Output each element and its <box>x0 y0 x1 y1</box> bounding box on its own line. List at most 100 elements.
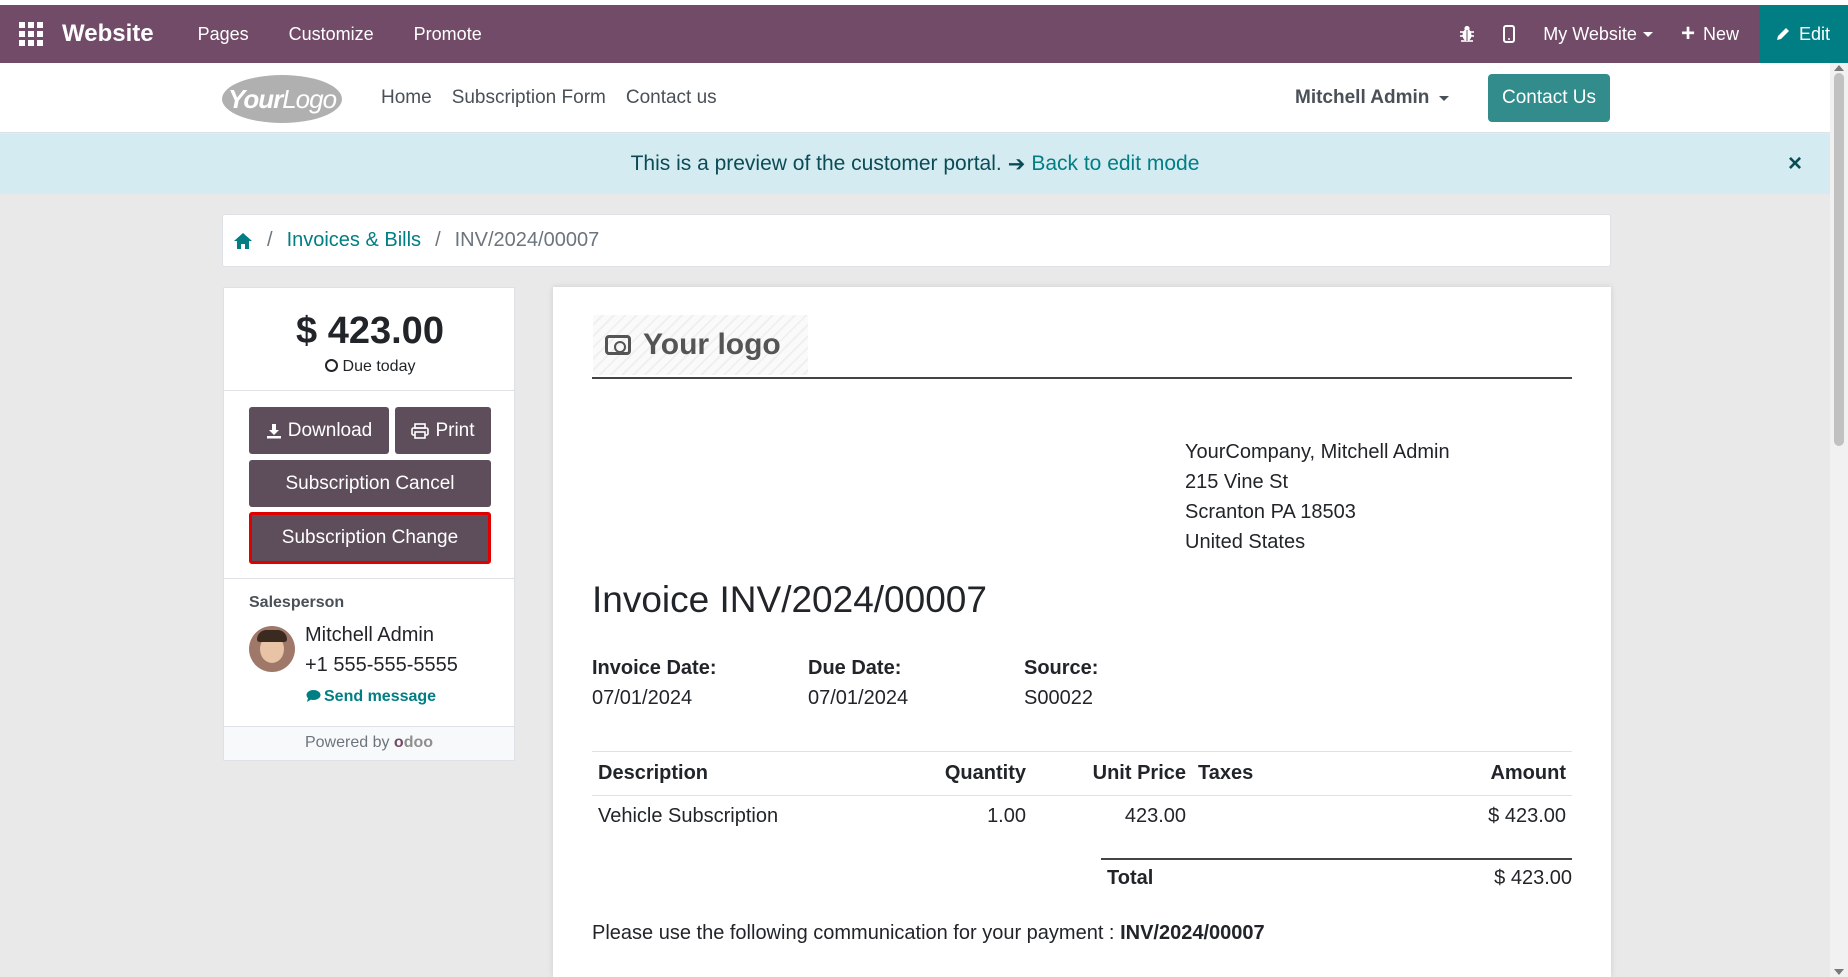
column-header: Amount <box>1322 751 1572 796</box>
arrow-right-icon: ➔ <box>1007 152 1026 176</box>
scroll-down-arrow-icon[interactable] <box>1834 969 1844 975</box>
menu-promote[interactable]: Promote <box>394 24 502 45</box>
home-icon[interactable] <box>233 232 253 250</box>
nav-home[interactable]: Home <box>381 87 432 109</box>
total-label: Total <box>1107 867 1154 889</box>
send-message-label: Send message <box>324 688 437 705</box>
invoice-date-label: Invoice Date: <box>592 657 717 679</box>
website-selector-label: My Website <box>1543 23 1637 44</box>
invoice-document: Your logo YourCompany, Mitchell Admin 21… <box>553 287 1611 977</box>
back-to-edit-link[interactable]: Back to edit mode <box>1031 152 1199 176</box>
mobile-preview-icon[interactable] <box>1489 5 1529 63</box>
column-header: Unit Price <box>1032 751 1192 796</box>
column-header: Quantity <box>932 751 1032 796</box>
address-line: YourCompany, Mitchell Admin <box>1185 441 1450 463</box>
subscription-cancel-button[interactable]: Subscription Cancel <box>249 460 491 507</box>
chevron-down-icon <box>1642 31 1653 37</box>
table-header-row: Description Quantity Unit Price Taxes Am… <box>592 751 1572 796</box>
total-value: $ 423.00 <box>1494 867 1572 889</box>
salesperson-name: Mitchell Admin <box>305 624 434 646</box>
payment-note-text: Please use the following communication f… <box>592 922 1115 944</box>
contact-us-button[interactable]: Contact Us <box>1488 74 1610 122</box>
debug-bug-icon[interactable] <box>1445 5 1489 63</box>
salesperson-phone: +1 555-555-5555 <box>305 654 458 676</box>
odoo-logo[interactable]: odoo <box>394 734 433 751</box>
source-value: S00022 <box>1024 687 1093 709</box>
page-scrollbar[interactable] <box>1830 63 1848 977</box>
close-icon[interactable]: × <box>1788 150 1802 178</box>
breadcrumb-separator: / <box>267 229 273 251</box>
site-logo[interactable]: Your Logo <box>222 75 342 123</box>
total-rule <box>1101 858 1572 860</box>
invoice-date-value: 07/01/2024 <box>592 687 693 709</box>
new-button[interactable]: + New <box>1667 5 1753 63</box>
due-date-block: Due Date: 07/01/2024 <box>808 653 908 713</box>
print-button[interactable]: Print <box>395 407 491 454</box>
print-label: Print <box>435 419 475 441</box>
payment-reference: INV/2024/00007 <box>1120 922 1265 944</box>
address-line: 215 Vine St <box>1185 471 1289 493</box>
source-block: Source: S00022 <box>1024 653 1098 713</box>
clock-icon <box>324 359 338 372</box>
due-status: Due today <box>224 358 516 376</box>
line-unit-price: 423.00 <box>1124 805 1186 828</box>
print-icon <box>411 422 430 439</box>
breadcrumb: / Invoices & Bills / INV/2024/00007 <box>222 214 1611 267</box>
line-description: Vehicle Subscription <box>598 805 779 828</box>
avatar <box>249 626 295 672</box>
camera-icon <box>605 335 631 355</box>
nav-contact-us[interactable]: Contact us <box>626 87 717 109</box>
menu-pages[interactable]: Pages <box>178 24 269 45</box>
app-title[interactable]: Website <box>62 20 154 48</box>
salesperson-label: Salesperson <box>249 594 345 611</box>
due-text: Due today <box>342 358 416 375</box>
powered-by-text: Powered by <box>304 734 390 751</box>
line-quantity: 1.00 <box>987 805 1026 828</box>
column-header: Description <box>592 751 932 796</box>
company-address: YourCompany, Mitchell Admin 215 Vine St … <box>1185 437 1450 557</box>
site-header: Your Logo Home Subscription Form Contact … <box>0 63 1830 133</box>
pencil-icon <box>1776 28 1789 40</box>
line-amount: $ 423.00 <box>1488 805 1566 828</box>
amount-due: $ 423.00 <box>296 310 444 352</box>
due-date-label: Due Date: <box>808 657 902 679</box>
line-taxes <box>1192 796 1322 838</box>
admin-bar: Website Pages Customize Promote My Websi… <box>0 5 1848 63</box>
chevron-down-icon <box>1439 95 1450 101</box>
edit-button[interactable]: Edit <box>1758 5 1848 63</box>
breadcrumb-current: INV/2024/00007 <box>454 229 600 251</box>
download-icon <box>266 423 281 438</box>
nav-subscription-form[interactable]: Subscription Form <box>452 87 606 109</box>
breadcrumb-invoices-bills[interactable]: Invoices & Bills <box>287 229 422 252</box>
plus-icon: + <box>1680 20 1695 47</box>
comment-icon <box>306 690 321 702</box>
company-logo-placeholder: Your logo <box>593 315 808 375</box>
download-button[interactable]: Download <box>249 407 389 454</box>
table-row: Vehicle Subscription 1.00 423.00 $ 423.0… <box>592 796 1572 838</box>
new-label: New <box>1702 23 1739 44</box>
breadcrumb-separator: / <box>435 229 441 251</box>
admin-right-group: My Website + New Edit <box>1445 5 1848 63</box>
source-label: Source: <box>1024 657 1099 679</box>
scroll-thumb[interactable] <box>1834 73 1844 446</box>
scroll-up-arrow-icon[interactable] <box>1834 65 1844 71</box>
menu-customize[interactable]: Customize <box>269 24 394 45</box>
apps-menu-icon[interactable] <box>0 5 62 63</box>
send-message-link[interactable]: Send message <box>306 688 436 706</box>
invoice-lines-table: Description Quantity Unit Price Taxes Am… <box>592 751 1572 838</box>
invoice-title: Invoice INV/2024/00007 <box>592 579 987 620</box>
logo-placeholder-text: Your logo <box>643 328 781 361</box>
divider <box>224 390 514 391</box>
invoice-sidebar: $ 423.00 Due today Download Print Subscr… <box>223 287 515 761</box>
main-nav: Home Subscription Form Contact us <box>381 63 737 133</box>
banner-text: This is a preview of the customer portal… <box>630 152 1002 175</box>
column-header: Taxes <box>1192 751 1322 796</box>
powered-by: Powered by odoo <box>224 726 514 760</box>
subscription-change-button[interactable]: Subscription Change <box>249 512 491 564</box>
edit-label: Edit <box>1798 23 1830 44</box>
divider <box>224 578 514 579</box>
payment-communication: Please use the following communication f… <box>592 922 1265 945</box>
user-menu[interactable]: Mitchell Admin <box>1295 63 1450 133</box>
website-selector[interactable]: My Website <box>1529 5 1667 63</box>
invoice-date-block: Invoice Date: 07/01/2024 <box>592 653 716 713</box>
